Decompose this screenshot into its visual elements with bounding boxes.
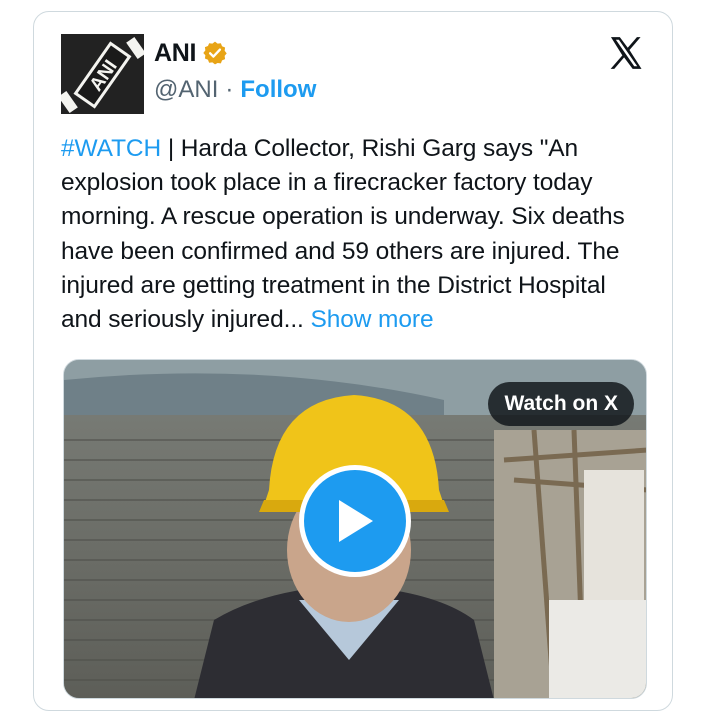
tweet-body: | Harda Collector, Rishi Garg says "An e… [61, 135, 632, 334]
handle-row: @ANI · Follow [154, 74, 316, 106]
hashtag-link[interactable]: #WATCH [61, 135, 161, 162]
avatar[interactable]: ANI [61, 34, 144, 114]
tweet-card[interactable]: ANI ANI @ANI · Follow #WATCH | Harda Col… [33, 11, 673, 711]
watch-on-x-button[interactable]: Watch on X [488, 382, 634, 426]
follow-button[interactable]: Follow [240, 76, 316, 104]
play-button[interactable] [299, 465, 411, 577]
tweet-text: #WATCH | Harda Collector, Rishi Garg say… [61, 132, 651, 337]
account-name[interactable]: ANI [154, 39, 196, 68]
separator-dot: · [225, 76, 234, 103]
verified-badge-icon [203, 41, 227, 65]
x-logo-icon[interactable] [607, 34, 645, 72]
show-more-link[interactable]: Show more [310, 306, 433, 333]
play-icon [339, 500, 373, 542]
account-name-row: ANI [154, 36, 228, 70]
account-handle[interactable]: @ANI [154, 76, 218, 104]
video-player[interactable]: Watch on X [63, 359, 647, 699]
